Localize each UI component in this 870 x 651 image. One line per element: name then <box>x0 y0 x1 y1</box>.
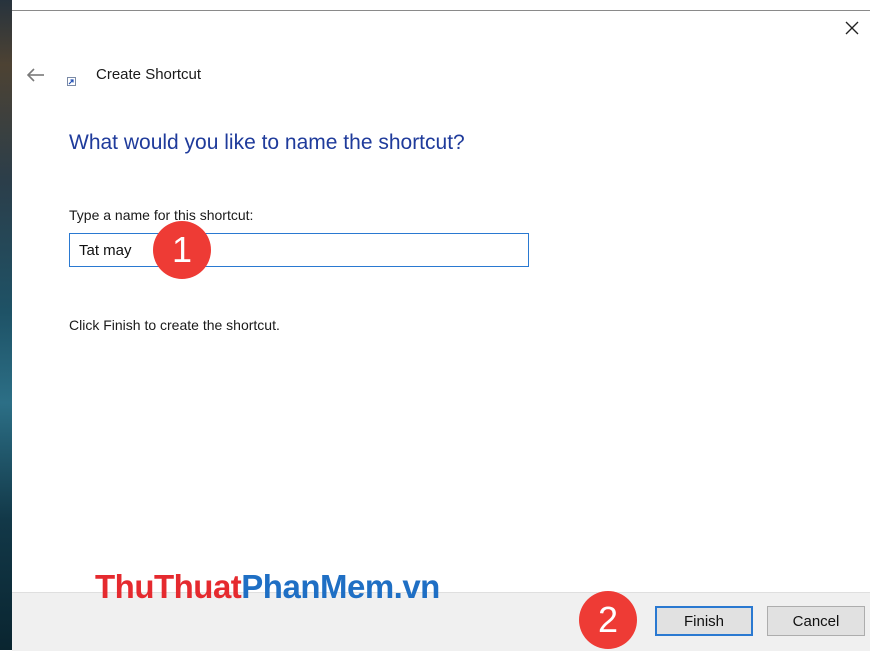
shortcut-name-input[interactable] <box>69 233 529 267</box>
finish-button[interactable]: Finish <box>655 606 753 636</box>
step-marker-2: 2 <box>579 591 637 649</box>
wizard-heading: What would you like to name the shortcut… <box>69 131 465 154</box>
back-arrow-icon <box>27 68 44 82</box>
close-button[interactable] <box>834 11 870 45</box>
cancel-button[interactable]: Cancel <box>767 606 865 636</box>
watermark-blue-part: PhanMem.vn <box>241 568 440 605</box>
back-button[interactable] <box>24 63 48 87</box>
shortcut-icon <box>67 77 76 86</box>
step-marker-1: 1 <box>153 221 211 279</box>
watermark-red-part: ThuThuat <box>95 568 242 605</box>
create-shortcut-dialog: Create Shortcut What would you like to n… <box>12 10 870 651</box>
site-watermark: ThuThuatPhanMem.vn <box>95 568 440 606</box>
finish-hint-text: Click Finish to create the shortcut. <box>69 317 280 333</box>
desktop-background-strip <box>0 0 12 650</box>
close-icon <box>845 21 859 35</box>
shortcut-name-label: Type a name for this shortcut: <box>69 207 254 223</box>
dialog-title: Create Shortcut <box>96 66 202 83</box>
